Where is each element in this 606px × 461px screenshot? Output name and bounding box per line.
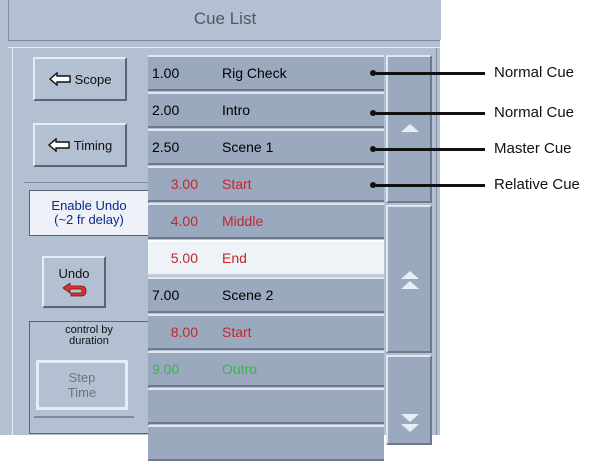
timing-button[interactable]: Timing xyxy=(33,123,127,167)
cue-name: End xyxy=(222,250,247,266)
cue-row[interactable]: 3.00 Start xyxy=(148,166,384,202)
cue-list: 1.00 Rig Check 2.00 Intro 2.50 Scene 1 3… xyxy=(148,55,384,461)
callout-normal-cue-2: Normal Cue xyxy=(494,104,575,121)
frame-left-edge xyxy=(12,48,13,435)
cue-name: Middle xyxy=(222,213,264,229)
callout-line xyxy=(373,72,485,75)
cue-number: 3.00 xyxy=(170,176,198,192)
scope-button[interactable]: Scope xyxy=(33,57,127,101)
cue-name: Outro xyxy=(222,361,258,377)
control-divider xyxy=(34,416,134,418)
scope-label: Scope xyxy=(74,71,112,87)
callout-master-cue: Master Cue xyxy=(494,140,572,157)
cue-number: 7.00 xyxy=(152,287,180,303)
cue-name: Start xyxy=(222,176,252,192)
undo-button[interactable]: Undo xyxy=(42,256,106,308)
callout-line xyxy=(373,184,485,187)
callout-normal-cue-1: Normal Cue xyxy=(494,64,575,81)
timing-label: Timing xyxy=(73,137,113,153)
enable-undo-delay: (~2 fr delay) xyxy=(54,212,124,227)
cue-number: 8.00 xyxy=(170,324,198,340)
cue-row[interactable]: 9.00 Outro xyxy=(148,351,384,387)
arrow-left-icon xyxy=(48,72,71,86)
callout-relative-cue: Relative Cue xyxy=(494,176,580,193)
cue-row-selected[interactable]: 5.00 End xyxy=(148,240,384,276)
arrow-left-icon xyxy=(47,138,70,152)
callout-line xyxy=(373,148,485,151)
cue-number: 1.00 xyxy=(152,65,180,81)
scroll-page-down-button[interactable] xyxy=(386,355,432,445)
scroll-up-icon xyxy=(401,124,419,132)
callout-line xyxy=(373,112,485,115)
control-by-duration-label: control by duration xyxy=(30,325,148,347)
title-divider xyxy=(8,40,440,41)
cue-number: 5.00 xyxy=(170,250,198,266)
sidebar-divider xyxy=(24,182,148,183)
cue-row[interactable]: 2.00 Intro xyxy=(148,92,384,128)
step-time-line2: Time xyxy=(67,385,97,400)
sidebar: Scope Timing Enable Undo (~2 fr delay) U… xyxy=(20,55,149,435)
control-label-line2: duration xyxy=(69,335,109,347)
undo-label: Undo xyxy=(58,265,90,281)
scroll-page-down-icon xyxy=(401,414,419,432)
cue-row-empty[interactable] xyxy=(148,388,384,424)
cue-name: Scene 2 xyxy=(222,287,274,303)
scroll-page-up-icon xyxy=(401,271,419,289)
scroll-up-button[interactable] xyxy=(386,55,432,203)
cue-row-empty[interactable] xyxy=(148,425,384,461)
cue-name: Intro xyxy=(222,102,251,118)
undo-arrow-icon xyxy=(62,282,87,296)
cue-name: Scene 1 xyxy=(222,139,274,155)
enable-undo-toggle[interactable]: Enable Undo (~2 fr delay) xyxy=(29,190,149,236)
frame-highlight xyxy=(8,47,440,48)
scroll-page-up-button[interactable] xyxy=(386,205,432,353)
cue-row[interactable]: 4.00 Middle xyxy=(148,203,384,239)
frame-right-edge xyxy=(436,48,437,435)
step-time-button[interactable]: Step Time xyxy=(36,360,128,410)
cue-number: 2.00 xyxy=(152,102,180,118)
control-by-duration-group: control by duration Step Time xyxy=(29,321,149,434)
cue-number: 2.50 xyxy=(152,139,180,155)
cue-name: Rig Check xyxy=(222,65,287,81)
cue-row[interactable]: 8.00 Start xyxy=(148,314,384,350)
title-bar: Cue List xyxy=(8,0,441,40)
cue-number: 4.00 xyxy=(170,213,198,229)
enable-undo-label: Enable Undo xyxy=(51,198,127,213)
step-time-line1: Step xyxy=(68,370,96,385)
cue-name: Start xyxy=(222,324,252,340)
cue-list-panel: Cue List Scope Timing Enable Undo (~2 fr… xyxy=(0,0,441,461)
window-title: Cue List xyxy=(193,9,257,28)
cue-row[interactable]: 2.50 Scene 1 xyxy=(148,129,384,165)
cue-row[interactable]: 7.00 Scene 2 xyxy=(148,277,384,313)
cue-row[interactable]: 1.00 Rig Check xyxy=(148,55,384,91)
cue-number: 9.00 xyxy=(152,361,180,377)
